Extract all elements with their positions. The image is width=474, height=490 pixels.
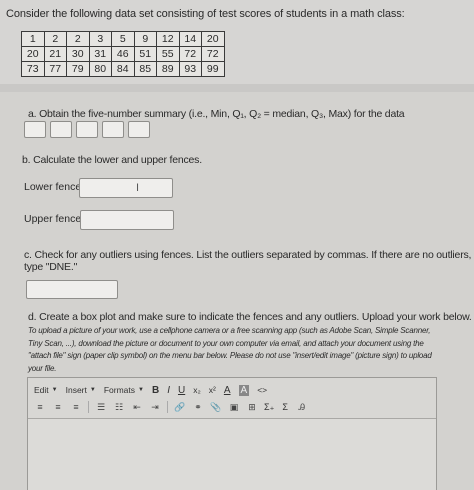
table-cell: 89 [156, 61, 180, 77]
edit-menu[interactable]: Edit ▼ [34, 385, 58, 395]
hint-line: Tiny Scan, ...), download the picture or… [28, 338, 424, 348]
table-cell: 72 [178, 46, 202, 62]
part-b-text: b. Calculate the lower and upper fences. [22, 154, 202, 166]
outdent-icon[interactable]: ⇤ [131, 402, 143, 413]
attach-file-icon[interactable]: 📎 [210, 402, 222, 413]
editor-toolbar-row2: ≡ ≡ ≡ ☰ ☷ ⇤ ⇥ 🔗 ⚭ 📎 ▣ ⊞ Σ₊ Σ Ꭿ [34, 400, 314, 414]
table-cell: 31 [88, 46, 112, 62]
part-c-text-line1: c. Check for any outliers using fences. … [24, 249, 472, 261]
hint-line: "attach file" sign (paper clip symbol) o… [28, 351, 432, 360]
table-cell: 2 [43, 31, 67, 47]
answer-q1-input[interactable] [50, 121, 72, 138]
editor-text-area[interactable] [28, 418, 436, 490]
lower-fence-input[interactable] [79, 178, 173, 198]
table-icon[interactable]: ⊞ [246, 402, 258, 413]
table-cell: 85 [133, 61, 157, 77]
link-icon[interactable]: 🔗 [174, 402, 186, 413]
table-cell: 46 [111, 46, 135, 62]
upper-fence-label: Upper fence: [24, 213, 85, 225]
hint-line: your file. [28, 363, 57, 373]
subscript-button[interactable]: x₂ [193, 385, 201, 395]
background-color-button[interactable]: A [238, 384, 250, 396]
editor-toolbar-row1: Edit ▼ Insert ▼ Formats ▼ B I U x₂ x² A A <… [34, 383, 275, 397]
chevron-down-icon: ▼ [138, 387, 144, 393]
intro-text: Consider the following data set consisti… [6, 8, 405, 20]
answer-min-input[interactable] [24, 121, 46, 138]
answer-max-input[interactable] [128, 121, 150, 138]
align-left-icon[interactable]: ≡ [34, 402, 46, 413]
table-cell: 3 [88, 31, 112, 47]
table-cell: 21 [43, 46, 67, 62]
table-cell: 77 [43, 61, 67, 77]
table-cell: 9 [133, 31, 157, 47]
insert-menu[interactable]: Insert ▼ [66, 385, 96, 395]
part-d-text: d. Create a box plot and make sure to in… [28, 311, 472, 323]
outliers-input[interactable] [26, 280, 118, 299]
rich-text-editor: Edit ▼ Insert ▼ Formats ▼ B I U x₂ x² A A <… [27, 377, 437, 490]
numbered-list-icon[interactable]: ☷ [113, 402, 125, 413]
table-cell: 5 [111, 31, 135, 47]
table-cell: 79 [66, 61, 90, 77]
upload-instructions: To upload a picture of your work, use a … [28, 325, 448, 375]
table-cell: 14 [178, 31, 202, 47]
table-cell: 1 [21, 31, 45, 47]
align-right-icon[interactable]: ≡ [70, 402, 82, 413]
bold-button[interactable]: B [152, 385, 159, 396]
table-cell: 12 [156, 31, 180, 47]
sum-button[interactable]: Σ [282, 402, 288, 412]
table-cell: 80 [88, 61, 112, 77]
text-cursor-icon: I [136, 182, 140, 194]
superscript-button[interactable]: x² [209, 385, 216, 395]
sum-subscript-button[interactable]: Σ₊ [264, 402, 274, 413]
chevron-down-icon: ▼ [51, 387, 58, 393]
spellcheck-icon[interactable]: Ꭿ [296, 402, 308, 413]
table-cell: 84 [111, 61, 135, 77]
table-cell: 93 [178, 61, 202, 77]
insert-image-icon[interactable]: ▣ [228, 402, 240, 413]
indent-icon[interactable]: ⇥ [149, 402, 161, 413]
part-c-text-line2: type "DNE." [24, 261, 78, 273]
lower-fence-label: Lower fence: [24, 181, 85, 193]
hint-line: To upload a picture of your work, use a … [28, 326, 431, 335]
table-row: 1 2 2 3 5 9 12 14 20 [21, 31, 225, 47]
table-cell: 55 [156, 46, 180, 62]
table-cell: 72 [201, 46, 225, 62]
font-color-button[interactable]: A [224, 385, 231, 396]
table-cell: 20 [21, 46, 45, 62]
upper-fence-input[interactable] [80, 210, 174, 230]
bullet-list-icon[interactable]: ☰ [95, 402, 107, 413]
source-code-button[interactable]: <> [257, 385, 267, 395]
align-center-icon[interactable]: ≡ [52, 402, 64, 413]
table-cell: 30 [66, 46, 90, 62]
table-cell: 2 [66, 31, 90, 47]
toolbar-divider [88, 401, 89, 413]
part-a-text: a. Obtain the five-number summary (i.e.,… [28, 108, 405, 120]
table-cell: 20 [201, 31, 225, 47]
answer-median-input[interactable] [76, 121, 98, 138]
table-cell: 99 [201, 61, 225, 77]
scores-table: 1 2 2 3 5 9 12 14 20 20 21 30 31 46 51 55 72 72 73 77 79 80 84… [21, 31, 225, 77]
table-row: 73 77 79 80 84 85 89 93 99 [21, 61, 225, 77]
formats-menu[interactable]: Formats ▼ [104, 385, 144, 395]
unlink-icon[interactable]: ⚭ [192, 402, 204, 413]
underline-button[interactable]: U [178, 385, 185, 396]
table-row: 20 21 30 31 46 51 55 72 72 [21, 46, 225, 62]
table-cell: 73 [21, 61, 45, 77]
toolbar-divider [167, 401, 168, 413]
table-cell: 51 [133, 46, 157, 62]
intro-section: Consider the following data set consisti… [0, 0, 474, 84]
answer-q3-input[interactable] [102, 121, 124, 138]
italic-button[interactable]: I [167, 385, 170, 396]
chevron-down-icon: ▼ [89, 387, 96, 393]
